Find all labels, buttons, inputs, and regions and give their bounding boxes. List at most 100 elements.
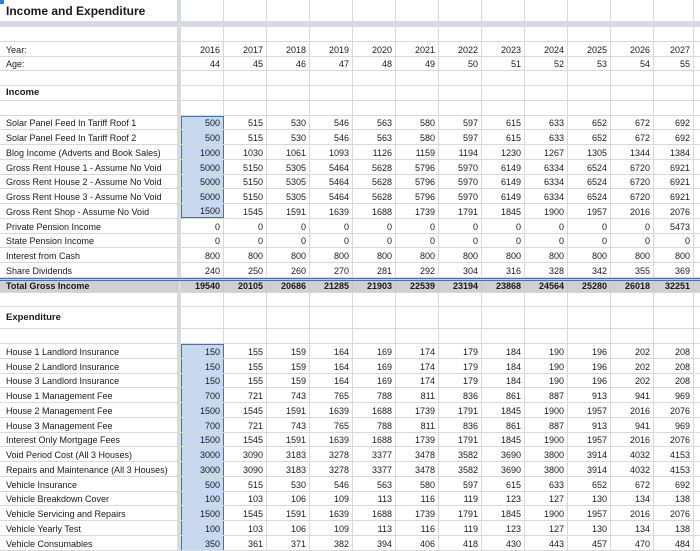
- value-cell[interactable]: 5150: [224, 189, 267, 203]
- value-cell[interactable]: 6921: [654, 174, 694, 189]
- value-cell[interactable]: 2025: [568, 41, 611, 56]
- value-cell[interactable]: [568, 329, 611, 343]
- value-cell[interactable]: 6149: [482, 189, 525, 203]
- value-cell[interactable]: 44: [181, 56, 224, 71]
- value-cell[interactable]: 546: [310, 130, 353, 144]
- value-cell[interactable]: 800: [267, 248, 310, 262]
- value-cell[interactable]: 50: [439, 56, 482, 71]
- value-cell[interactable]: 0: [396, 218, 439, 233]
- value-cell[interactable]: 127: [525, 521, 568, 535]
- value-cell[interactable]: 0: [654, 233, 694, 248]
- value-cell[interactable]: [568, 71, 611, 85]
- income-row-label[interactable]: State Pension Income: [0, 233, 178, 248]
- value-cell[interactable]: 800: [482, 248, 525, 262]
- value-cell[interactable]: 1791: [439, 403, 482, 417]
- value-cell[interactable]: 765: [310, 417, 353, 432]
- income-row-label[interactable]: Blog Income (Adverts and Book Sales): [0, 145, 178, 159]
- value-cell[interactable]: [224, 100, 267, 115]
- value-cell[interactable]: [482, 71, 525, 85]
- value-cell[interactable]: 1739: [396, 204, 439, 218]
- value-cell[interactable]: 109: [310, 521, 353, 535]
- value-cell[interactable]: 3800: [525, 447, 568, 461]
- value-cell[interactable]: 20105: [224, 280, 267, 292]
- value-cell[interactable]: [267, 100, 310, 115]
- value-cell[interactable]: 3090: [224, 447, 267, 461]
- value-cell[interactable]: 5796: [396, 189, 439, 203]
- value-cell[interactable]: 6149: [482, 174, 525, 189]
- value-cell[interactable]: 134: [611, 521, 654, 535]
- value-cell[interactable]: 3478: [396, 462, 439, 476]
- value-cell[interactable]: 1591: [267, 403, 310, 417]
- value-cell[interactable]: [654, 27, 694, 41]
- value-cell[interactable]: [353, 307, 396, 329]
- value-cell[interactable]: 861: [482, 388, 525, 402]
- expenditure-row-label[interactable]: Vehicle Yearly Test: [0, 521, 178, 535]
- value-cell[interactable]: 164: [310, 358, 353, 373]
- value-cell[interactable]: 941: [611, 417, 654, 432]
- value-cell[interactable]: 546: [310, 476, 353, 491]
- value-cell[interactable]: 530: [267, 476, 310, 491]
- value-cell[interactable]: 1159: [396, 145, 439, 159]
- value-cell[interactable]: 887: [525, 388, 568, 402]
- value-cell[interactable]: 119: [439, 491, 482, 506]
- value-cell[interactable]: [181, 329, 224, 343]
- value-cell[interactable]: 350: [181, 535, 224, 550]
- value-cell[interactable]: [439, 27, 482, 41]
- value-cell[interactable]: [482, 292, 525, 307]
- value-cell[interactable]: 5970: [439, 174, 482, 189]
- value-cell[interactable]: 597: [439, 115, 482, 130]
- value-cell[interactable]: 382: [310, 535, 353, 550]
- value-cell[interactable]: [525, 27, 568, 41]
- value-cell[interactable]: 652: [568, 130, 611, 144]
- value-cell[interactable]: 1957: [568, 204, 611, 218]
- value-cell[interactable]: 2016: [611, 432, 654, 447]
- value-cell[interactable]: 5464: [310, 189, 353, 203]
- value-cell[interactable]: 1545: [224, 432, 267, 447]
- value-cell[interactable]: 127: [525, 491, 568, 506]
- value-cell[interactable]: 0: [396, 233, 439, 248]
- value-cell[interactable]: 1500: [181, 403, 224, 417]
- value-cell[interactable]: 672: [611, 115, 654, 130]
- value-cell[interactable]: 941: [611, 388, 654, 402]
- value-cell[interactable]: 54: [611, 56, 654, 71]
- value-cell[interactable]: 5628: [353, 174, 396, 189]
- value-cell[interactable]: 969: [654, 388, 694, 402]
- expenditure-row-label[interactable]: Vehicle Servicing and Repairs: [0, 506, 178, 520]
- value-cell[interactable]: 130: [568, 521, 611, 535]
- value-cell[interactable]: 22539: [396, 280, 439, 292]
- value-cell[interactable]: [439, 71, 482, 85]
- value-cell[interactable]: 800: [353, 248, 396, 262]
- value-cell[interactable]: [396, 100, 439, 115]
- value-cell[interactable]: 2017: [224, 41, 267, 56]
- value-cell[interactable]: [224, 307, 267, 329]
- value-cell[interactable]: 515: [224, 130, 267, 144]
- value-cell[interactable]: 3090: [224, 462, 267, 476]
- value-cell[interactable]: 159: [267, 373, 310, 388]
- value-cell[interactable]: 0: [267, 218, 310, 233]
- value-cell[interactable]: 190: [525, 373, 568, 388]
- value-cell[interactable]: 721: [224, 417, 267, 432]
- value-cell[interactable]: 2024: [525, 41, 568, 56]
- value-cell[interactable]: 23194: [439, 280, 482, 292]
- value-cell[interactable]: 1545: [224, 204, 267, 218]
- value-cell[interactable]: 546: [310, 115, 353, 130]
- value-cell[interactable]: 4032: [611, 462, 654, 476]
- value-cell[interactable]: 6720: [611, 159, 654, 174]
- value-cell[interactable]: [568, 100, 611, 115]
- value-cell[interactable]: 418: [439, 535, 482, 550]
- value-cell[interactable]: 515: [224, 476, 267, 491]
- value-cell[interactable]: [181, 71, 224, 85]
- value-cell[interactable]: 1305: [568, 145, 611, 159]
- value-cell[interactable]: 800: [568, 248, 611, 262]
- value-cell[interactable]: 2018: [267, 41, 310, 56]
- value-cell[interactable]: 316: [482, 263, 525, 277]
- value-cell[interactable]: [181, 100, 224, 115]
- value-cell[interactable]: 47: [310, 56, 353, 71]
- value-cell[interactable]: 1791: [439, 506, 482, 520]
- value-cell[interactable]: [654, 329, 694, 343]
- value-cell[interactable]: 1384: [654, 145, 694, 159]
- value-cell[interactable]: 155: [224, 344, 267, 358]
- value-cell[interactable]: 2076: [654, 204, 694, 218]
- value-cell[interactable]: 457: [568, 535, 611, 550]
- value-cell[interactable]: 3377: [353, 447, 396, 461]
